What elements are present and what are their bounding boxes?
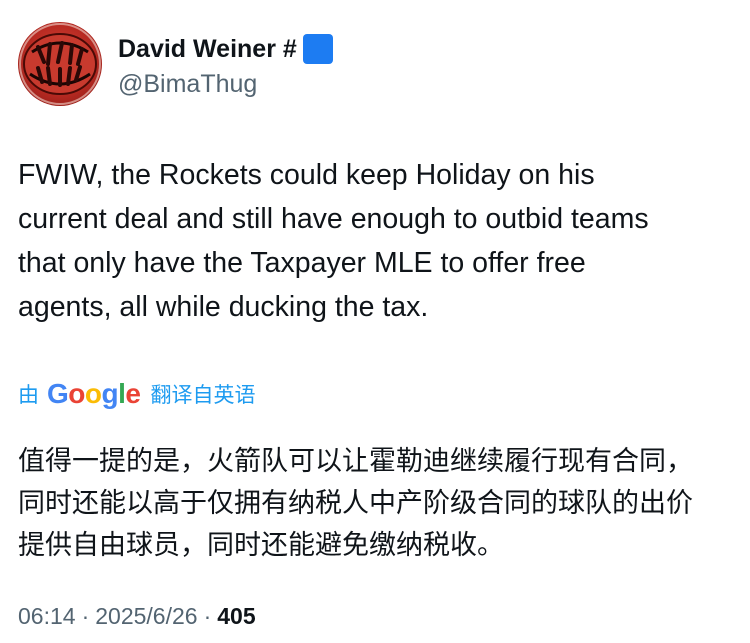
display-name[interactable]: David Weiner # bbox=[118, 35, 297, 64]
translated-text: 值得一提的是，火箭队可以让霍勒迪继续履行现有合同， 同时还能以高于仅拥有纳税人中… bbox=[18, 446, 693, 560]
tweet-meta: 06:14 · 2025/6/26 · 405 bbox=[18, 603, 256, 630]
view-count[interactable]: 405 bbox=[217, 603, 255, 630]
user-handle[interactable]: @BimaThug bbox=[118, 70, 257, 99]
google-logo-icon: Google bbox=[47, 378, 141, 409]
watermark-overlay bbox=[300, 600, 470, 638]
blue-square-icon bbox=[302, 34, 333, 64]
tweet-header: David Weiner # @BimaThug bbox=[18, 22, 732, 112]
translation-prefix: 由 bbox=[18, 384, 39, 407]
avatar-logo-icon bbox=[19, 23, 101, 105]
tweet-date[interactable]: 2025/6/26 bbox=[95, 603, 197, 630]
tweet-time[interactable]: 06:14 bbox=[18, 603, 76, 630]
tweet-text: FWIW, the Rockets could keep Holiday on … bbox=[18, 159, 649, 323]
translation-attribution[interactable]: 由 Google 翻译自英语 bbox=[18, 378, 255, 410]
meta-separator: · bbox=[81, 603, 90, 629]
name-row: David Weiner # bbox=[118, 34, 333, 64]
avatar[interactable] bbox=[18, 22, 102, 106]
meta-separator: · bbox=[203, 603, 212, 629]
translation-suffix: 翻译自英语 bbox=[150, 384, 256, 407]
